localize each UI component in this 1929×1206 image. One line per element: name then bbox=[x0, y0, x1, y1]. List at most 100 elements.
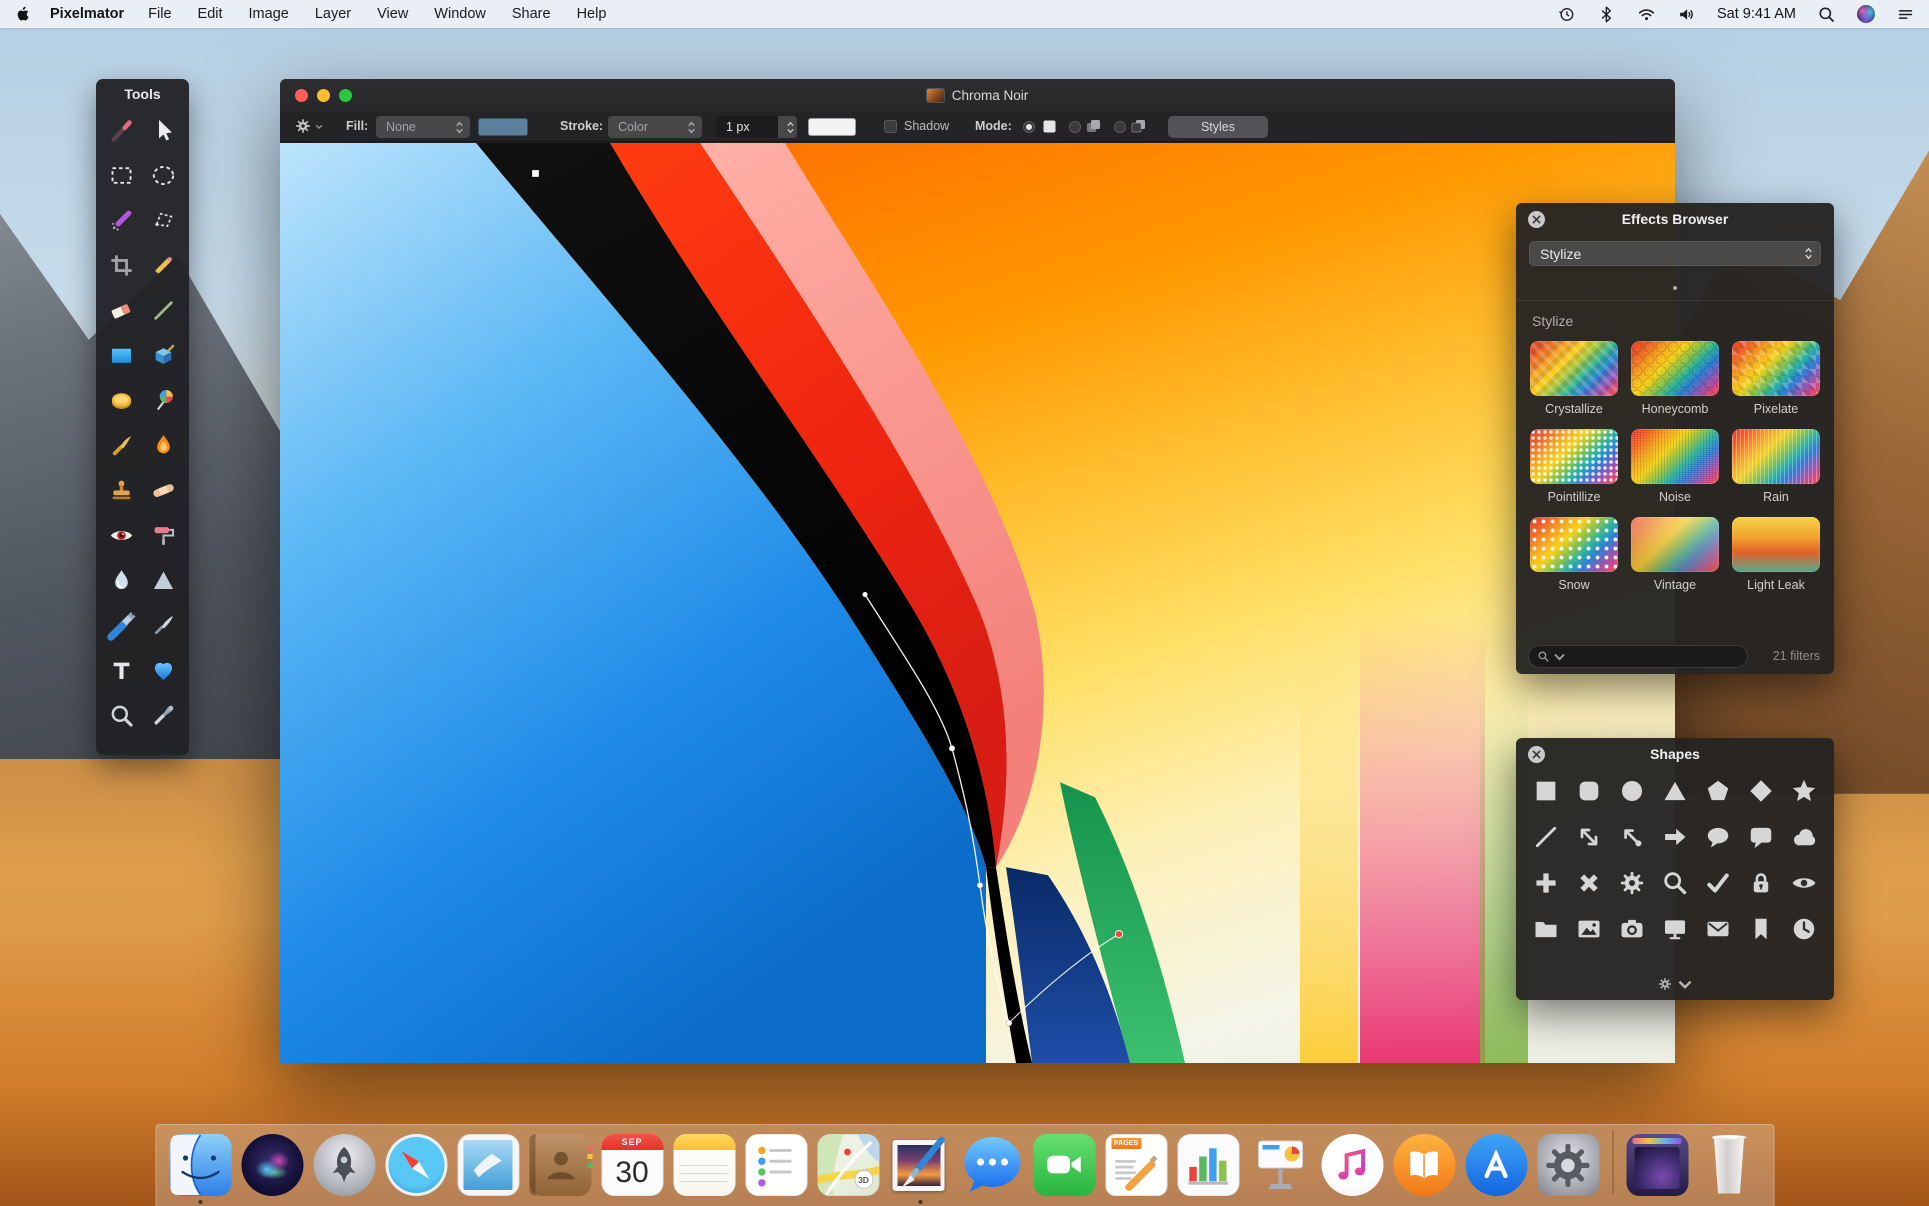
move-tool[interactable] bbox=[104, 114, 138, 148]
shape-speech-bubble[interactable] bbox=[1703, 822, 1733, 852]
dock-itunes[interactable] bbox=[1321, 1134, 1383, 1196]
shape-plus[interactable] bbox=[1531, 868, 1561, 898]
mode-union-radio[interactable] bbox=[1069, 121, 1081, 133]
dock-safari[interactable] bbox=[385, 1134, 447, 1196]
time-machine-icon[interactable] bbox=[1557, 5, 1576, 24]
shape-square[interactable] bbox=[1531, 776, 1561, 806]
menu-item-file[interactable]: File bbox=[148, 6, 171, 22]
arrow-tool[interactable] bbox=[147, 114, 181, 148]
shape-picture[interactable] bbox=[1574, 914, 1604, 944]
shape-gear[interactable] bbox=[1617, 868, 1647, 898]
effects-browser-header[interactable]: Effects Browser bbox=[1516, 203, 1834, 235]
filter-rain[interactable]: Rain bbox=[1731, 429, 1821, 504]
filter-light-leak[interactable]: Light Leak bbox=[1731, 517, 1821, 592]
lasso-tool[interactable] bbox=[147, 204, 181, 238]
shape-camera[interactable] bbox=[1617, 914, 1647, 944]
mode-subtract-radio[interactable] bbox=[1114, 121, 1126, 133]
dock-numbers[interactable] bbox=[1177, 1134, 1239, 1196]
sharpen-tool[interactable] bbox=[147, 564, 181, 598]
menu-item-layer[interactable]: Layer bbox=[315, 6, 351, 22]
menu-item-share[interactable]: Share bbox=[512, 6, 551, 22]
shape-arrow-right[interactable] bbox=[1660, 822, 1690, 852]
shapes-settings-menu[interactable] bbox=[1657, 976, 1693, 992]
apple-menu-icon[interactable] bbox=[14, 5, 32, 23]
honeycomb-thumbnail[interactable] bbox=[1631, 341, 1719, 396]
light-leak-thumbnail[interactable] bbox=[1732, 517, 1820, 572]
filter-honeycomb[interactable]: Honeycomb bbox=[1630, 341, 1720, 416]
type-tool[interactable] bbox=[104, 654, 138, 688]
pencil-tool[interactable] bbox=[147, 249, 181, 283]
ellipse-marquee-tool[interactable] bbox=[147, 159, 181, 193]
shape-triangle[interactable] bbox=[1660, 776, 1690, 806]
menu-item-help[interactable]: Help bbox=[577, 6, 607, 22]
shape-circle[interactable] bbox=[1617, 776, 1647, 806]
dock-trash[interactable] bbox=[1698, 1134, 1760, 1196]
gradient-tool[interactable] bbox=[104, 339, 138, 373]
siri-icon[interactable] bbox=[1857, 5, 1875, 23]
sponge-tool[interactable] bbox=[147, 384, 181, 418]
clone-stamp-tool[interactable] bbox=[104, 474, 138, 508]
roller-tool[interactable] bbox=[147, 519, 181, 553]
close-icon[interactable] bbox=[1528, 746, 1545, 763]
dock-finder[interactable] bbox=[169, 1134, 231, 1204]
snow-thumbnail[interactable] bbox=[1530, 517, 1618, 572]
dock-appstore[interactable] bbox=[1465, 1134, 1527, 1196]
slice-tool[interactable] bbox=[147, 294, 181, 328]
stroke-color-swatch[interactable] bbox=[808, 118, 856, 136]
smudge-tool[interactable] bbox=[147, 429, 181, 463]
shape-folder[interactable] bbox=[1531, 914, 1561, 944]
zoom-window-button[interactable] bbox=[339, 89, 352, 102]
shape-rounded-square[interactable] bbox=[1574, 776, 1604, 806]
shadow-checkbox[interactable] bbox=[884, 120, 897, 133]
menu-item-image[interactable]: Image bbox=[249, 6, 289, 22]
wifi-icon[interactable] bbox=[1637, 5, 1656, 24]
styles-button[interactable]: Styles bbox=[1168, 116, 1268, 138]
red-eye-tool[interactable] bbox=[104, 519, 138, 553]
window-titlebar[interactable]: Chroma Noir bbox=[280, 79, 1675, 112]
shape-monitor[interactable] bbox=[1660, 914, 1690, 944]
noise-thumbnail[interactable] bbox=[1631, 429, 1719, 484]
dock-calendar[interactable]: SEP 30 bbox=[601, 1134, 663, 1196]
shape-bookmark[interactable] bbox=[1746, 914, 1776, 944]
notification-list-icon[interactable] bbox=[1896, 5, 1915, 24]
shape-star[interactable] bbox=[1789, 776, 1819, 806]
mode-normal-radio[interactable] bbox=[1023, 121, 1035, 133]
shape-arrow-diagonal[interactable] bbox=[1574, 822, 1604, 852]
shape-lock[interactable] bbox=[1746, 868, 1776, 898]
canvas[interactable] bbox=[280, 143, 1675, 1063]
dock-reminders[interactable] bbox=[745, 1134, 807, 1196]
filter-crystallize[interactable]: Crystallize bbox=[1529, 341, 1619, 416]
volume-icon[interactable] bbox=[1677, 5, 1696, 24]
filter-pointillize[interactable]: Pointillize bbox=[1529, 429, 1619, 504]
vintage-thumbnail[interactable] bbox=[1631, 517, 1719, 572]
dock-system-preferences[interactable] bbox=[1537, 1134, 1599, 1196]
dock-pages[interactable]: PAGES bbox=[1105, 1134, 1167, 1196]
dock-mail[interactable] bbox=[457, 1134, 519, 1196]
close-icon[interactable] bbox=[1528, 211, 1545, 228]
fill-tool[interactable] bbox=[104, 384, 138, 418]
bluetooth-icon[interactable] bbox=[1597, 5, 1616, 24]
minimize-window-button[interactable] bbox=[317, 89, 330, 102]
dock-facetime[interactable] bbox=[1033, 1134, 1095, 1196]
scalpel-tool[interactable] bbox=[147, 609, 181, 643]
shape-cloud[interactable] bbox=[1789, 822, 1819, 852]
shape-tool[interactable] bbox=[147, 654, 181, 688]
magic-wand-tool[interactable] bbox=[104, 204, 138, 238]
tool-options-menu[interactable] bbox=[294, 117, 323, 135]
dock-siri[interactable] bbox=[241, 1134, 303, 1196]
shape-checkmark[interactable] bbox=[1703, 868, 1733, 898]
dock-pixelmator[interactable] bbox=[889, 1134, 951, 1204]
dock-maps[interactable]: 3D bbox=[817, 1134, 879, 1196]
filter-pixelate[interactable]: Pixelate bbox=[1731, 341, 1821, 416]
rect-marquee-tool[interactable] bbox=[104, 159, 138, 193]
dock-keynote[interactable] bbox=[1249, 1134, 1311, 1196]
shape-cross[interactable] bbox=[1574, 868, 1604, 898]
app-menu-pixelmator[interactable]: Pixelmator bbox=[50, 6, 124, 22]
document-proxy-icon[interactable] bbox=[926, 89, 944, 102]
heal-tool[interactable] bbox=[147, 474, 181, 508]
close-window-button[interactable] bbox=[295, 89, 308, 102]
menu-item-edit[interactable]: Edit bbox=[198, 6, 223, 22]
shape-magnifier[interactable] bbox=[1660, 868, 1690, 898]
shape-eye[interactable] bbox=[1789, 868, 1819, 898]
shapes-panel-header[interactable]: Shapes bbox=[1516, 738, 1834, 770]
